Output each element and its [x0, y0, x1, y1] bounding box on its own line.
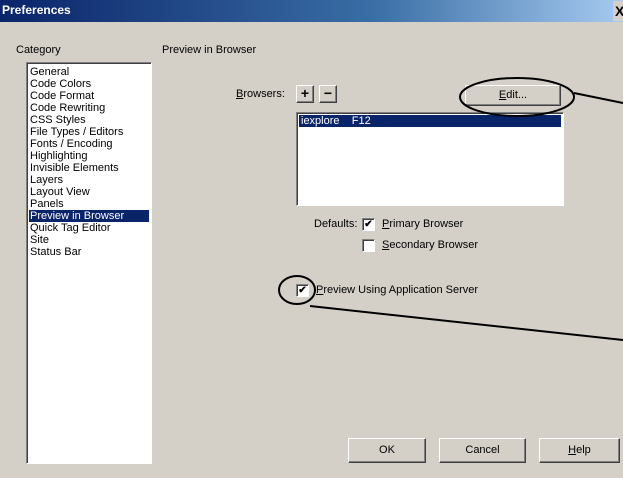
annotation-overlay [278, 77, 623, 341]
edit-callout-ellipse [459, 77, 575, 117]
app-server-callout-ellipse [278, 275, 316, 305]
app-server-callout-line [309, 305, 623, 341]
edit-callout-line [573, 92, 623, 104]
